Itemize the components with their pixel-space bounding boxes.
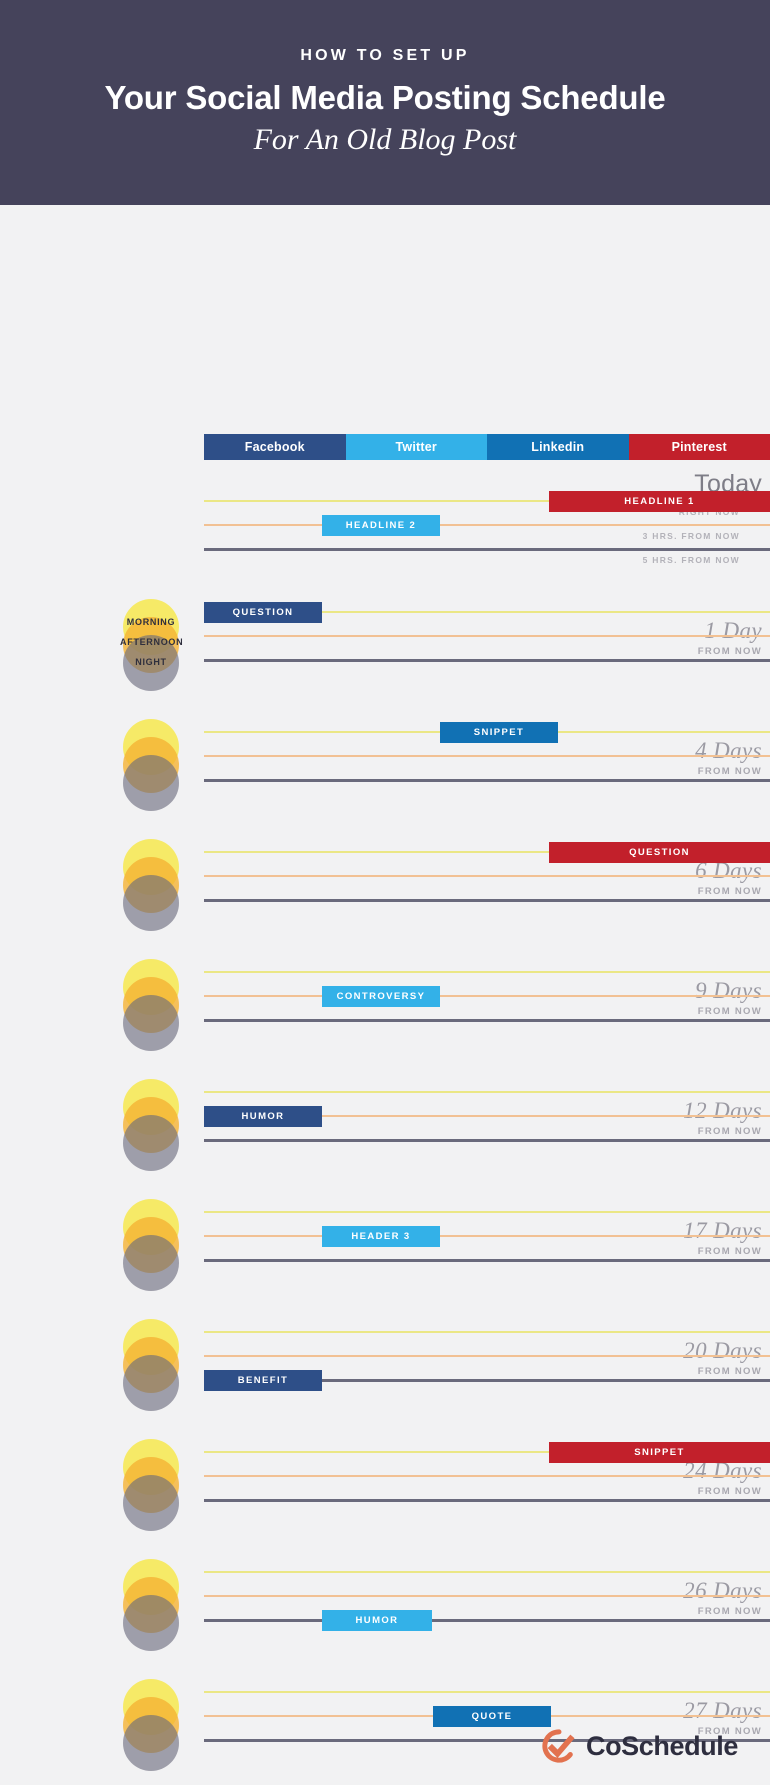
track-line-afternoon	[204, 1595, 770, 1597]
legend-item-linkedin[interactable]: Linkedin	[487, 434, 629, 460]
track-line-night	[204, 779, 770, 782]
track-line-afternoon	[204, 1475, 770, 1477]
post-chip[interactable]: CONTROVERSY	[322, 986, 440, 1007]
page-title: Your Social Media Posting Schedule	[104, 79, 666, 117]
night-circle-icon	[123, 1475, 179, 1531]
track-line-afternoon	[204, 755, 770, 757]
time-of-day-circles	[123, 1439, 181, 1531]
track-lines: HEADER 3	[204, 1201, 770, 1262]
schedule-row: 17 Days FROM NOW HEADER 3	[0, 1199, 770, 1296]
track-line-night	[204, 1019, 770, 1022]
schedule-row: Today RIGHT NOW 3 HRS. FROM NOW 5 HRS. FROM…	[0, 472, 770, 585]
track-line-afternoon	[204, 875, 770, 877]
schedule-chart: Facebook Twitter Linkedin Pinterest Today RI…	[0, 205, 770, 1771]
time-of-day-circles	[123, 839, 181, 931]
time-slot-label: 5 HRS. FROM NOW	[642, 555, 740, 565]
night-circle-icon	[123, 1355, 179, 1411]
legend-item-pinterest[interactable]: Pinterest	[628, 434, 770, 460]
track-line-night	[204, 1619, 770, 1622]
time-of-day-circles	[123, 959, 181, 1051]
schedule-row: 9 Days FROM NOW CONTROVERSY	[0, 959, 770, 1056]
time-of-day-circles	[123, 1079, 181, 1171]
track-line-morning	[204, 1571, 770, 1573]
track-line-morning	[204, 1691, 770, 1693]
track-line-night	[204, 1139, 770, 1142]
post-chip[interactable]: SNIPPET	[440, 722, 558, 743]
time-of-day-circles	[123, 1559, 181, 1651]
track-line-morning	[204, 1091, 770, 1093]
circle-label-afternoon: AFTERNOON	[120, 637, 184, 647]
schedule-row: 12 Days FROM NOW HUMOR	[0, 1079, 770, 1176]
post-chip[interactable]: QUESTION	[549, 842, 770, 863]
page-subtitle: For An Old Blog Post	[253, 123, 517, 157]
track-line-night	[204, 1259, 770, 1262]
track-line-morning	[204, 1211, 770, 1213]
night-circle-icon	[123, 875, 179, 931]
track-lines: QUESTION	[204, 601, 770, 662]
track-line-afternoon	[204, 1235, 770, 1237]
track-lines: CONTROVERSY	[204, 961, 770, 1022]
time-of-day-circles: MORNING AFTERNOON NIGHT	[120, 599, 184, 691]
time-of-day-circles	[123, 1199, 181, 1291]
schedule-row: 1 Day FROM NOW MORNING AFTERNOON NIGHT QUESTI…	[0, 599, 770, 696]
header-eyebrow: HOW TO SET UP	[300, 47, 470, 65]
night-circle-icon	[123, 755, 179, 811]
network-legend: Facebook Twitter Linkedin Pinterest	[204, 434, 770, 460]
track-line-night	[204, 899, 770, 902]
time-of-day-circles	[123, 1679, 181, 1771]
track-line-night	[204, 659, 770, 662]
night-circle-icon	[123, 1115, 179, 1171]
brand-name: CoSchedule	[585, 1730, 738, 1761]
post-chip[interactable]: HEADLINE 1	[549, 491, 770, 512]
post-chip[interactable]: HUMOR	[322, 1610, 432, 1631]
post-chip[interactable]: HEADLINE 2	[322, 515, 440, 536]
track-line-afternoon	[204, 635, 770, 637]
circle-label-night: NIGHT	[135, 657, 167, 667]
coschedule-logo-icon	[542, 1729, 575, 1763]
track-lines: SNIPPET	[204, 1441, 770, 1502]
schedule-row: 6 Days FROM NOW QUESTION	[0, 839, 770, 936]
legend-item-facebook[interactable]: Facebook	[204, 434, 346, 460]
track-line-morning	[204, 971, 770, 973]
track-line-night	[204, 1499, 770, 1502]
night-circle-icon	[123, 995, 179, 1051]
post-chip[interactable]: QUESTION	[204, 602, 322, 623]
legend-item-twitter[interactable]: Twitter	[345, 434, 487, 460]
page-header: HOW TO SET UP Your Social Media Posting …	[0, 0, 770, 205]
time-of-day-circles	[123, 719, 181, 811]
schedule-row: 20 Days FROM NOW BENEFIT	[0, 1319, 770, 1416]
circle-label-morning: MORNING	[126, 617, 176, 627]
post-chip[interactable]: BENEFIT	[204, 1370, 322, 1391]
track-line-afternoon	[204, 524, 770, 526]
schedule-row: 26 Days FROM NOW HUMOR	[0, 1559, 770, 1656]
night-circle-icon	[123, 1595, 179, 1651]
track-line-morning	[204, 1331, 770, 1333]
track-lines: HEADLINE 1 HEADLINE 2	[204, 490, 770, 551]
post-chip[interactable]: SNIPPET	[549, 1442, 770, 1463]
night-circle-icon	[123, 1715, 179, 1771]
track-line-afternoon	[204, 995, 770, 997]
time-of-day-circles	[123, 1319, 181, 1411]
track-line-night	[204, 548, 770, 551]
track-lines: QUESTION	[204, 841, 770, 902]
post-chip[interactable]: HEADER 3	[322, 1226, 440, 1247]
track-lines: BENEFIT	[204, 1321, 770, 1391]
schedule-row: 4 Days FROM NOW SNIPPET	[0, 719, 770, 816]
schedule-row: 24 Days FROM NOW SNIPPET	[0, 1439, 770, 1536]
track-lines: HUMOR	[204, 1081, 770, 1142]
track-lines: HUMOR	[204, 1561, 770, 1631]
track-line-afternoon	[204, 1355, 770, 1357]
track-lines: SNIPPET	[204, 721, 770, 782]
post-chip[interactable]: QUOTE	[433, 1706, 551, 1727]
footer-brand: CoSchedule	[542, 1729, 738, 1763]
night-circle-icon	[123, 1235, 179, 1291]
post-chip[interactable]: HUMOR	[204, 1106, 322, 1127]
